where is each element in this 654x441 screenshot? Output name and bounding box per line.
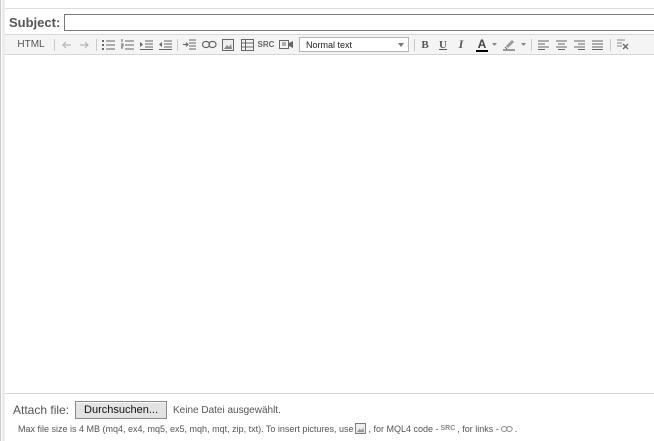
subject-input[interactable] xyxy=(64,14,654,31)
horizontal-rule-icon[interactable] xyxy=(181,35,197,54)
highlight-icon[interactable] xyxy=(502,35,518,54)
bullet-list-icon[interactable] xyxy=(100,35,116,54)
upload-info-text: Max file size is 4 MB (mq4, ex4, mq5, ex… xyxy=(18,423,517,434)
src-icon: SRC xyxy=(440,425,456,432)
align-center-icon[interactable] xyxy=(553,35,569,54)
subject-label: Subject: xyxy=(9,15,61,30)
font-color-swatch xyxy=(476,49,488,52)
subject-row: Subject: xyxy=(5,9,654,34)
message-form: Subject: HTML SRC Normal text B U I A At… xyxy=(0,0,654,441)
format-select[interactable]: Normal text xyxy=(299,37,409,52)
outdent-icon[interactable] xyxy=(157,35,173,54)
font-color-letter: A xyxy=(477,36,487,51)
align-justify-icon[interactable] xyxy=(589,35,605,54)
browse-file-button[interactable]: Durchsuchen... xyxy=(75,401,168,419)
attach-file-row: Attach file: Durchsuchen... Keine Datei … xyxy=(13,400,281,420)
highlight-dropdown-icon[interactable] xyxy=(519,35,527,54)
redo-icon[interactable] xyxy=(77,35,91,54)
align-right-icon[interactable] xyxy=(571,35,587,54)
info-text-part3: , for links - xyxy=(457,423,499,434)
rich-text-editor: HTML SRC Normal text B U I A xyxy=(5,34,654,394)
editor-toolbar: HTML SRC Normal text B U I A xyxy=(5,35,654,55)
indent-icon[interactable] xyxy=(138,35,154,54)
underline-button[interactable]: U xyxy=(436,35,450,54)
chevron-down-icon xyxy=(398,43,404,47)
table-icon[interactable] xyxy=(239,35,255,54)
format-select-value: Normal text xyxy=(306,39,353,50)
image-icon[interactable] xyxy=(220,35,236,54)
html-mode-button[interactable]: HTML xyxy=(17,35,45,54)
toolbar-separator xyxy=(531,39,532,51)
attach-file-label: Attach file: xyxy=(13,403,70,417)
info-text-part2: , for MQL4 code - xyxy=(368,423,439,434)
file-status-text: Keine Datei ausgewählt. xyxy=(173,404,281,416)
bold-button[interactable]: B xyxy=(418,35,432,54)
clear-format-icon[interactable] xyxy=(615,35,631,54)
toolbar-separator xyxy=(177,39,178,51)
font-color-dropdown-icon[interactable] xyxy=(490,35,498,54)
editor-content-area[interactable] xyxy=(5,55,654,393)
info-text-part1: Max file size is 4 MB (mq4, ex4, mq5, ex… xyxy=(18,423,354,434)
italic-button[interactable]: I xyxy=(454,35,468,54)
font-color-icon[interactable]: A xyxy=(475,35,489,54)
link-icon[interactable] xyxy=(200,35,218,54)
toolbar-separator xyxy=(414,39,415,51)
undo-icon[interactable] xyxy=(60,35,74,54)
toolbar-separator xyxy=(610,39,611,51)
image-icon xyxy=(355,423,367,434)
link-icon xyxy=(500,425,513,433)
info-text-part4: . xyxy=(514,423,518,434)
align-left-icon[interactable] xyxy=(535,35,551,54)
src-icon[interactable]: SRC xyxy=(257,35,275,54)
video-icon[interactable] xyxy=(277,35,295,54)
toolbar-separator xyxy=(54,39,55,51)
toolbar-separator xyxy=(96,39,97,51)
numbered-list-icon[interactable] xyxy=(119,35,135,54)
